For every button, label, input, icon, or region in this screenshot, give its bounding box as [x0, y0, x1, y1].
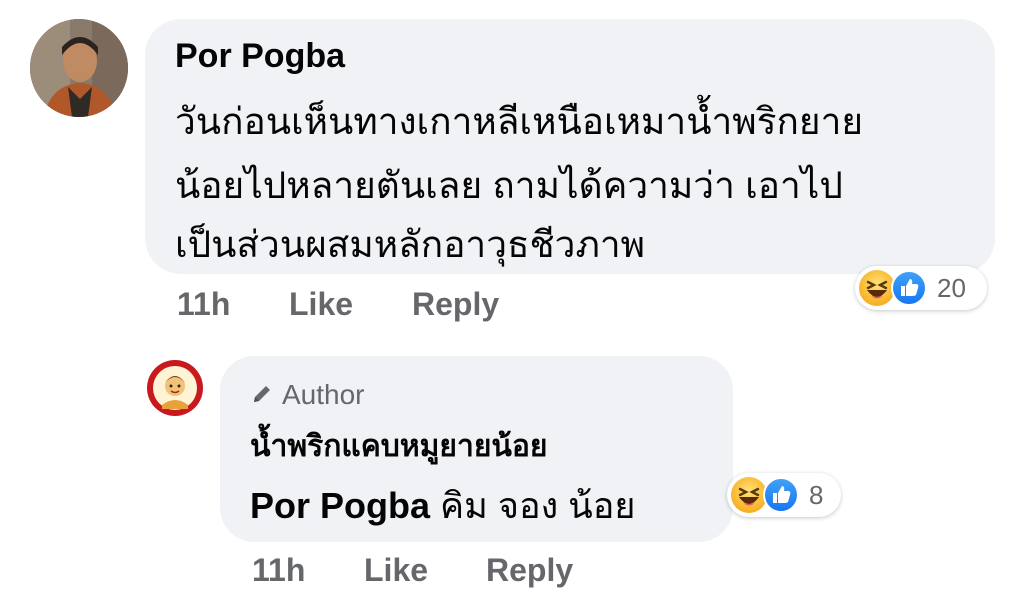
author-badge: Author	[250, 379, 365, 411]
reply-body: คิม จอง น้อย	[430, 485, 636, 526]
page-avatar[interactable]	[146, 359, 204, 417]
like-icon	[763, 477, 799, 513]
reply-button[interactable]: Reply	[486, 552, 573, 589]
commenter-avatar[interactable]	[30, 19, 128, 117]
page-logo	[147, 360, 203, 416]
reaction-count: 20	[937, 273, 966, 303]
reaction-count: 8	[809, 480, 824, 510]
like-icon	[891, 270, 927, 306]
page-name[interactable]: น้ำพริกแคบหมูยายน้อย	[250, 423, 548, 470]
comment-actions: 11h Like Reply	[177, 286, 577, 326]
reaction-summary[interactable]: 8	[727, 473, 841, 517]
mention-tag[interactable]: Por Pogba	[250, 485, 430, 526]
reply-actions: 11h Like Reply	[252, 552, 652, 592]
comment-thread: Por Pogba วันก่อนเห็นทางเกาหลีเหนือเหมาน…	[0, 0, 1024, 614]
pencil-icon	[254, 386, 270, 402]
comment-text-line: น้อยไปหลายตันเลย ถามได้ความว่า เอาไป	[175, 165, 843, 206]
haha-icon	[731, 477, 767, 513]
comment-timestamp[interactable]: 11h	[177, 286, 230, 323]
reaction-summary[interactable]: 20	[855, 266, 987, 310]
like-button[interactable]: Like	[364, 552, 428, 589]
like-button[interactable]: Like	[289, 286, 353, 323]
reply-timestamp[interactable]: 11h	[252, 552, 305, 589]
comment-text-line: เป็นส่วนผสมหลักอาวุธชีวภาพ	[175, 224, 645, 265]
comment-text-line: วันก่อนเห็นทางเกาหลีเหนือเหมาน้ำพริกยาย	[175, 101, 864, 142]
haha-icon	[859, 270, 895, 306]
author-badge-label: Author	[282, 379, 365, 410]
profile-photo	[30, 19, 128, 117]
commenter-name[interactable]: Por Pogba	[175, 37, 345, 76]
reply-button[interactable]: Reply	[412, 286, 499, 323]
reply-text: Por Pogba คิม จอง น้อย	[250, 477, 635, 534]
